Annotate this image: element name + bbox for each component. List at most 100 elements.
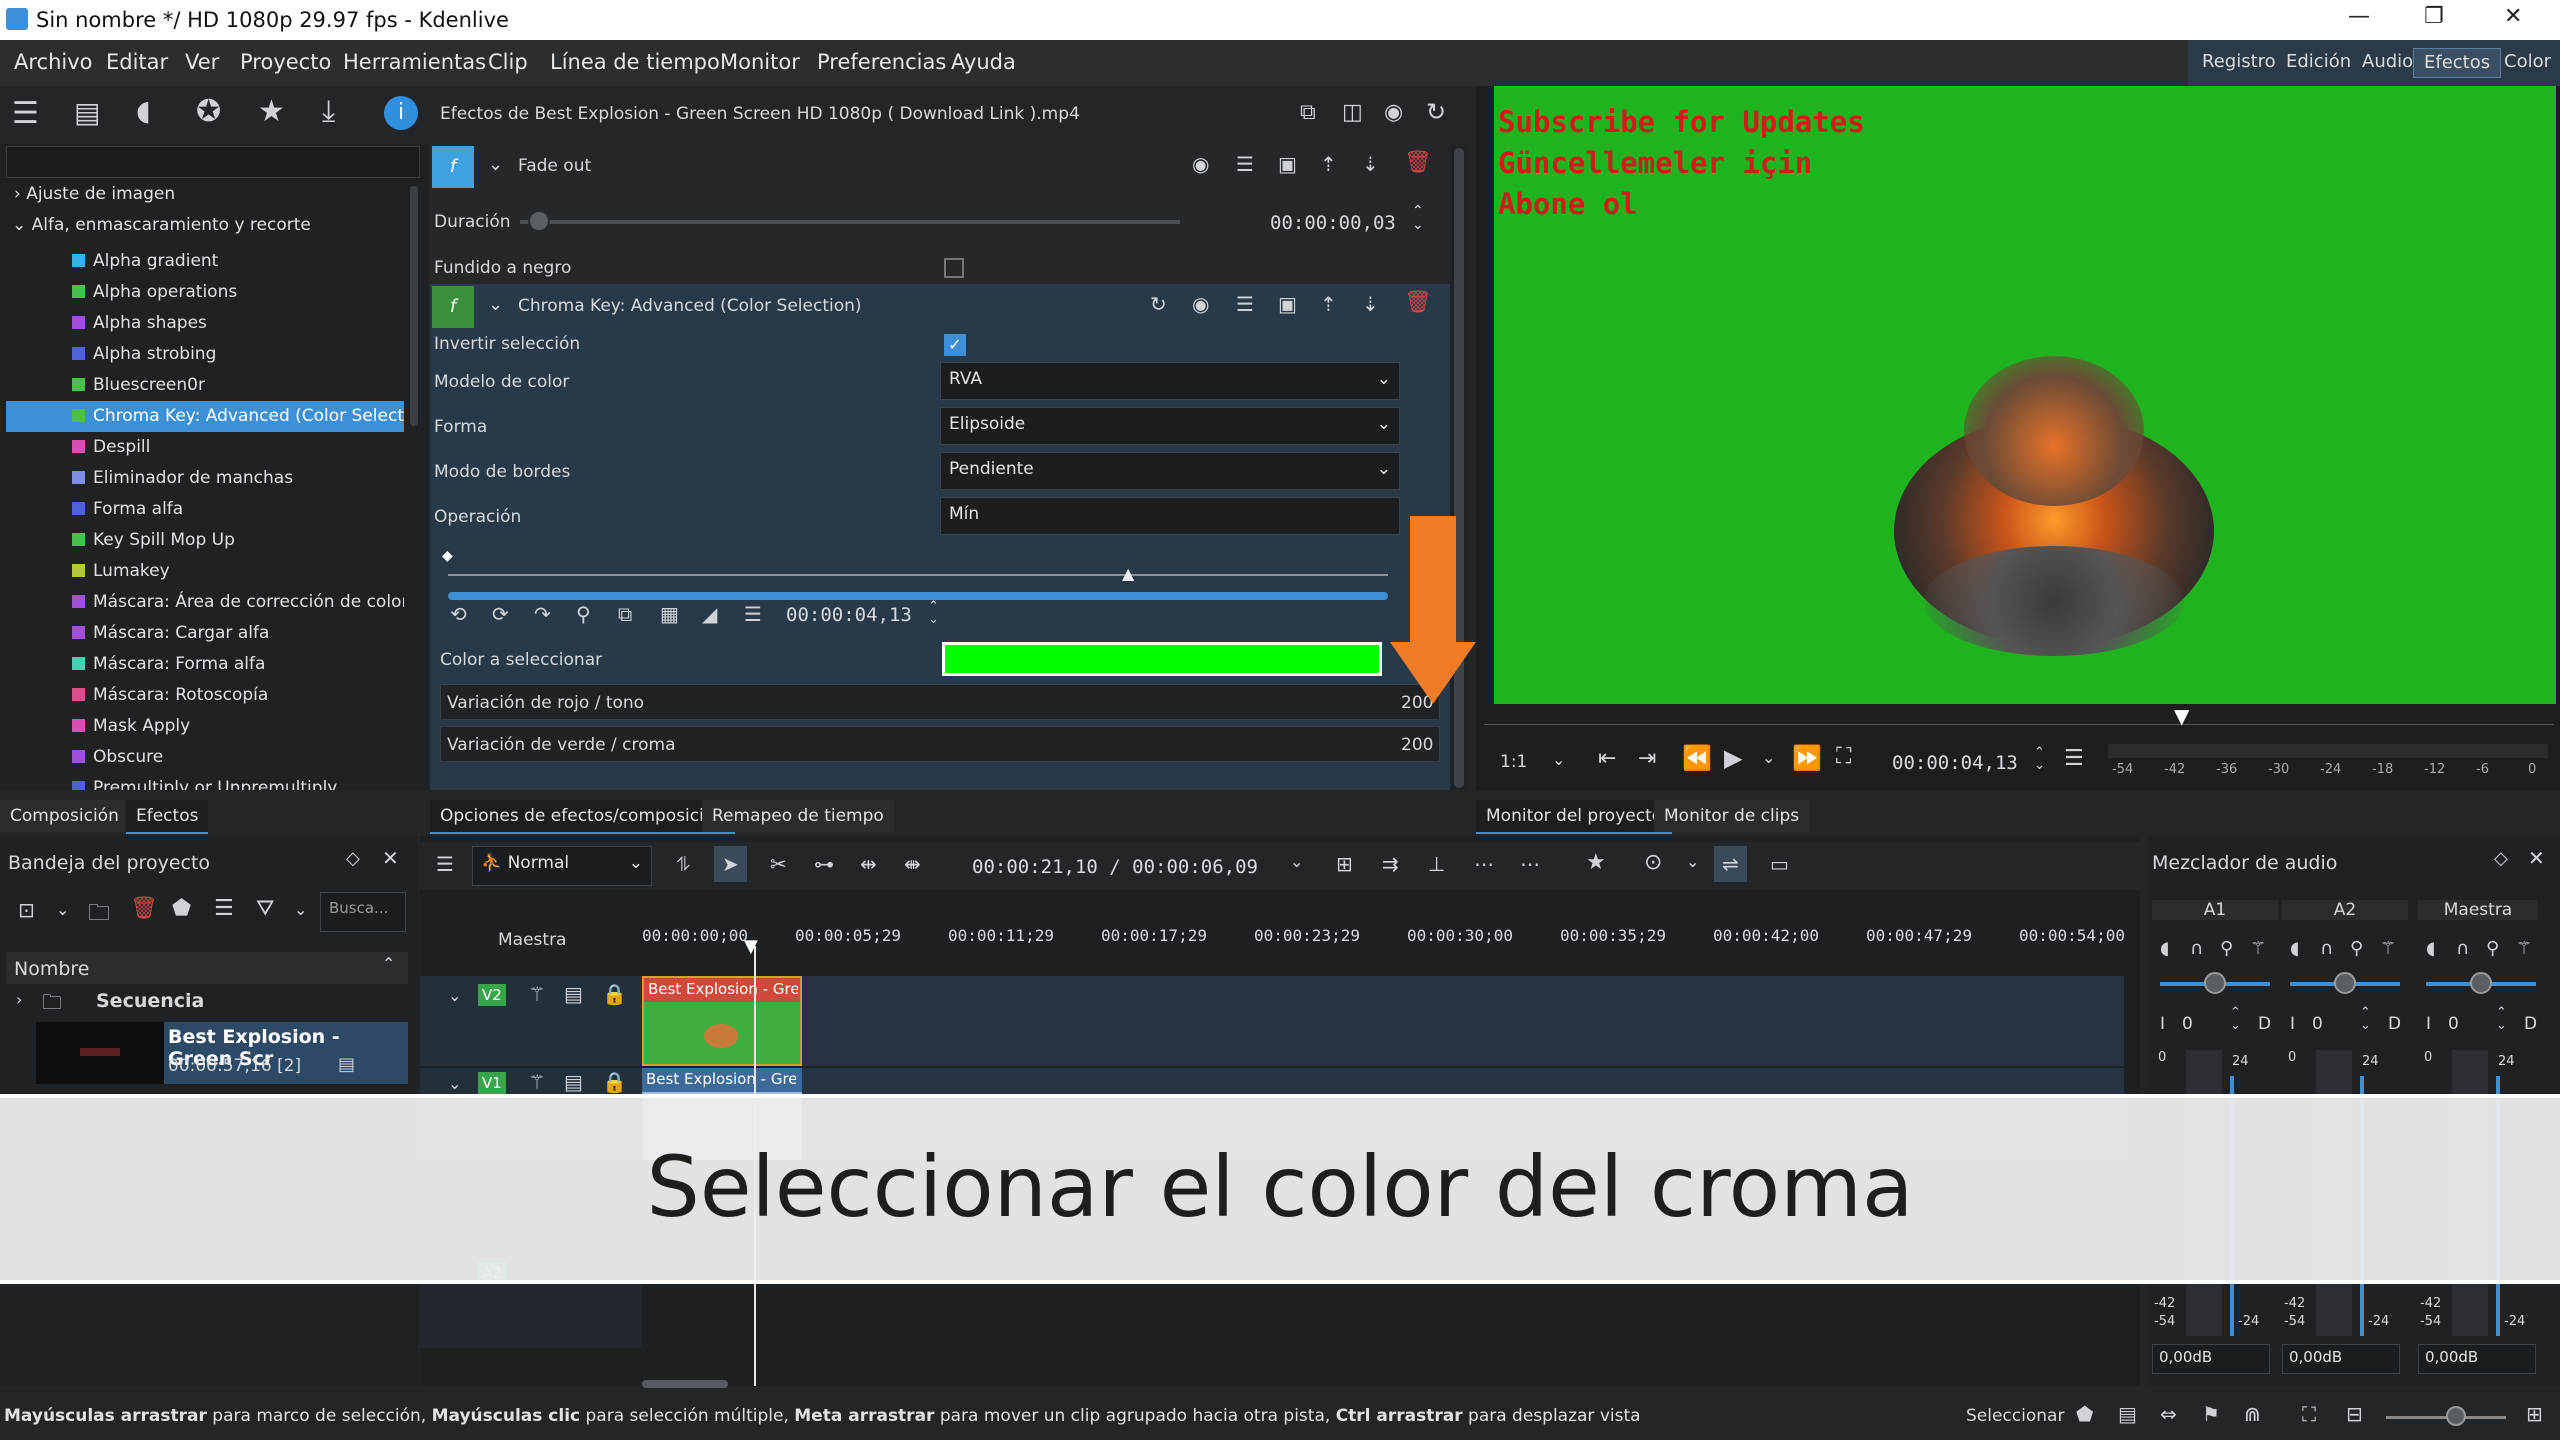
split-view-icon[interactable]: ◫ xyxy=(1342,100,1363,125)
effect-item[interactable]: Forma alfa xyxy=(6,494,404,525)
spin-arrows-icon[interactable]: ⌃ ⌄ xyxy=(2034,746,2045,772)
effect-wand-icon[interactable]: ⚚ xyxy=(2516,938,2532,959)
lift-icon[interactable]: ⊥ xyxy=(1428,852,1445,876)
headphones-icon[interactable]: ∩ xyxy=(2320,938,2333,959)
effect-item[interactable]: Máscara: Cargar alfa xyxy=(6,618,404,649)
audio-effects-icon[interactable]: ◖ xyxy=(136,94,151,127)
effect-item[interactable]: Máscara: Área de corrección de color s xyxy=(6,587,404,618)
monitor-timecode[interactable]: 00:00:04,13 xyxy=(1892,752,2018,774)
favorite-icon[interactable]: ★ xyxy=(1586,850,1606,875)
close-icon[interactable]: ✕ xyxy=(2528,846,2545,870)
channel-db-input[interactable]: 0,00dB xyxy=(2152,1344,2270,1374)
timeline-scrollbar[interactable] xyxy=(642,1380,728,1388)
delete-icon[interactable]: 🗑 xyxy=(1404,290,1432,315)
spin-arrows-icon[interactable]: ⌃ ⌄ xyxy=(2230,1006,2241,1032)
add-clip-icon[interactable]: ⊡ xyxy=(18,898,35,922)
tree-group-alfa[interactable]: ⌄ Alfa, enmascaramiento y recorte xyxy=(6,215,404,246)
lock-icon[interactable]: 🔒 xyxy=(602,1070,627,1094)
spin-arrows-icon[interactable]: ⌃ ⌄ xyxy=(928,600,939,626)
menu-linea-de-tiempo[interactable]: Línea de tiempo xyxy=(550,50,720,74)
list-icon[interactable]: ☰ xyxy=(12,96,39,131)
overwrite-icon[interactable]: ⇉ xyxy=(1382,852,1399,876)
bin-folder-row[interactable]: › 🗀 Secuencia xyxy=(6,986,408,1018)
move-up-icon[interactable]: ⇡ xyxy=(1320,292,1337,316)
zoom-in-icon[interactable]: ⊞ xyxy=(2526,1402,2543,1426)
headphones-icon[interactable]: ∩ xyxy=(2190,938,2203,959)
playhead-marker[interactable]: ▼ xyxy=(744,936,758,957)
insert-icon[interactable]: ⊞ xyxy=(1336,852,1353,876)
chevron-up-icon[interactable]: ⌃ xyxy=(382,954,395,973)
set-in-icon[interactable]: ⇤ xyxy=(1598,746,1616,771)
pan-slider-handle[interactable] xyxy=(2204,972,2226,994)
delete-icon[interactable]: 🗑 xyxy=(1404,150,1432,175)
move-down-icon[interactable]: ⇣ xyxy=(1362,152,1379,176)
compare-icon[interactable]: ⧉ xyxy=(1300,100,1316,125)
paste-icon[interactable]: ▦ xyxy=(660,602,679,626)
lock-icon[interactable]: 🔒 xyxy=(602,982,627,1006)
channel-db-input[interactable]: 0,00dB xyxy=(2418,1344,2536,1374)
effect-item[interactable]: Alpha gradient xyxy=(6,246,404,277)
eye-icon[interactable]: ◉ xyxy=(1384,100,1403,125)
pan-value[interactable]: 0 xyxy=(2182,1014,2193,1034)
pan-slider-handle[interactable] xyxy=(2334,972,2356,994)
favorites-icon[interactable]: ★ xyxy=(258,94,285,129)
reset-icon[interactable]: ↻ xyxy=(1150,292,1167,316)
pin-icon[interactable]: ⚲ xyxy=(576,602,591,626)
film-icon[interactable]: ▤ xyxy=(2118,1402,2137,1426)
edge-mode-select[interactable]: Pendiente ⌄ xyxy=(940,452,1400,490)
keyframe-marker[interactable]: ◆ xyxy=(442,548,453,564)
bin-search-input[interactable]: Busca... xyxy=(320,892,406,932)
film-icon[interactable]: ▤ xyxy=(564,1070,583,1094)
magnet-icon[interactable]: ⋒ xyxy=(2244,1402,2261,1426)
marker-icon[interactable]: ⚑ xyxy=(2202,1402,2220,1426)
pan-value[interactable]: 0 xyxy=(2312,1014,2323,1034)
menu-clip[interactable]: Clip xyxy=(488,50,528,74)
color-swatch[interactable] xyxy=(942,642,1382,676)
minimize-button[interactable]: — xyxy=(2348,4,2370,29)
film-icon[interactable]: ▤ xyxy=(564,982,583,1006)
fast-forward-icon[interactable]: ⏩ xyxy=(1792,744,1822,772)
pan-value[interactable]: 0 xyxy=(2448,1014,2459,1034)
extract-icon[interactable]: ⋯ xyxy=(1474,852,1494,876)
chevron-down-icon[interactable]: ⌄ xyxy=(56,900,69,919)
bin-clip-row[interactable]: Best Explosion - Green Scr 00:00:57;16 [… xyxy=(36,1022,408,1084)
red-variation-slider[interactable]: Variación de rojo / tono 200 xyxy=(440,684,1440,720)
effects-search-input[interactable] xyxy=(6,146,420,178)
close-icon[interactable]: ✕ xyxy=(382,846,399,870)
chevron-down-icon[interactable]: ⌄ xyxy=(488,294,503,315)
zoom-select[interactable]: 1:1 xyxy=(1500,752,1527,772)
fade-black-checkbox[interactable] xyxy=(944,258,964,278)
menu-herramientas[interactable]: Herramientas xyxy=(343,50,486,74)
mixer-icon[interactable]: ⇌ xyxy=(1714,846,1747,882)
prev-keyframe-icon[interactable]: ⟲ xyxy=(450,602,467,626)
rewind-icon[interactable]: ⏪ xyxy=(1682,744,1712,772)
timeline-ruler[interactable]: 00:00:00;00 00:00:05;29 00:00:11;29 00:00:1… xyxy=(642,922,2125,958)
move-down-icon[interactable]: ⇣ xyxy=(1362,292,1379,316)
roll-tool-icon[interactable]: ⇼ xyxy=(904,852,921,876)
color-model-select[interactable]: RVA ⌄ xyxy=(940,362,1400,400)
reset-icon[interactable]: ↻ xyxy=(1426,98,1446,126)
slip-tool-icon[interactable]: ⊶ xyxy=(814,852,834,876)
tag-icon[interactable]: ⬟ xyxy=(172,896,191,921)
filter-icon[interactable]: ⛛ xyxy=(256,896,274,921)
green-variation-slider[interactable]: Variación de verde / croma 200 xyxy=(440,726,1440,762)
effect-wand-icon[interactable]: ⚚ xyxy=(528,1070,546,1094)
delete-icon[interactable]: 🗑 xyxy=(130,896,158,921)
effect-item[interactable]: Máscara: Forma alfa xyxy=(6,649,404,680)
playhead-marker[interactable]: ▲ xyxy=(1122,564,1134,583)
copy-icon[interactable]: ⧉ xyxy=(618,602,632,626)
effect-wand-icon[interactable]: ⚚ xyxy=(2380,938,2396,959)
layout-registro[interactable]: Registro xyxy=(2192,48,2286,78)
record-mic-icon[interactable]: ⚲ xyxy=(2220,938,2233,959)
duration-timecode[interactable]: 00:00:00,03 xyxy=(1270,212,1396,234)
menu-proyecto[interactable]: Proyecto xyxy=(240,50,331,74)
mute-icon[interactable]: ◖ xyxy=(2426,938,2435,959)
chevron-right-icon[interactable]: › xyxy=(16,990,22,1009)
subtitle-icon[interactable]: ▭ xyxy=(1770,852,1789,876)
video-effects-icon[interactable]: ▤ xyxy=(74,96,100,129)
menu-ayuda[interactable]: Ayuda xyxy=(951,50,1016,74)
zoom-out-icon[interactable]: ⊟ xyxy=(2346,1402,2363,1426)
folder-icon[interactable]: 🗀 xyxy=(88,896,110,934)
record-mic-icon[interactable]: ⚲ xyxy=(2486,938,2499,959)
tag-icon[interactable]: ⬟ xyxy=(2076,1402,2093,1426)
